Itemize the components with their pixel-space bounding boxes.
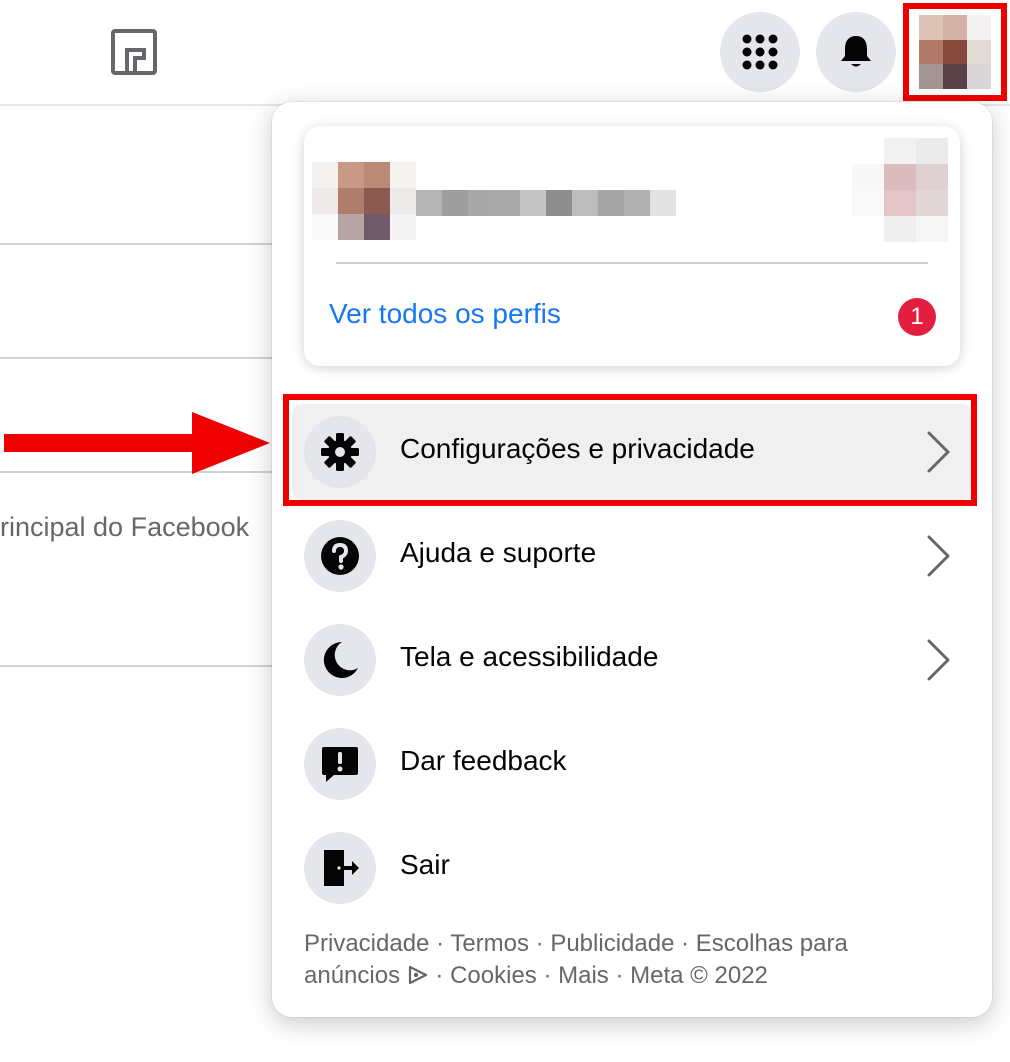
background-text: rincipal do Facebook	[0, 512, 250, 542]
menu-item-label: Ajuda e suporte	[400, 537, 597, 568]
menu-item-display-accessibility[interactable]: Tela e acessibilidade	[292, 612, 972, 708]
profile-row[interactable]	[312, 134, 952, 244]
menu-item-label: Sair	[400, 849, 450, 880]
top-bar	[0, 0, 1010, 106]
menu-item-label: Dar feedback	[400, 745, 567, 776]
red-highlight-annotation	[283, 394, 977, 506]
menu-item-log-out[interactable]: Sair	[292, 820, 972, 916]
footer-link-cookies[interactable]: Cookies	[450, 962, 537, 989]
feedback-icon	[322, 747, 358, 782]
footer-separator: ·	[428, 962, 451, 989]
footer-copyright: Meta © 2022	[630, 962, 768, 989]
moon-icon	[323, 641, 358, 678]
question-icon	[321, 537, 359, 575]
notifications-button[interactable]	[816, 12, 896, 92]
footer-link-advertising[interactable]: Publicidade	[550, 930, 674, 957]
card-divider	[336, 262, 928, 264]
menu-item-icon	[304, 832, 376, 904]
footer-separator: ·	[608, 962, 631, 989]
dropdown-footer: Privacidade · Termos · Publicidade · Esc…	[304, 928, 944, 992]
footer-link-privacy[interactable]: Privacidade	[304, 930, 429, 957]
menu-item-icon	[304, 728, 376, 800]
logout-icon	[324, 850, 359, 886]
menu-button[interactable]	[720, 12, 800, 92]
secondary-profile-thumbnail	[852, 138, 948, 242]
menu-item-icon	[304, 520, 376, 592]
see-all-profiles-link[interactable]: Ver todos os perfis	[329, 298, 561, 330]
menu-item-label: Tela e acessibilidade	[400, 641, 659, 672]
menu-item-give-feedback[interactable]: Dar feedback	[292, 716, 972, 812]
grid-menu-icon	[742, 34, 778, 70]
divider	[0, 243, 272, 245]
profile-name	[416, 190, 676, 216]
menu-item-icon	[304, 624, 376, 696]
ad-choices-icon[interactable]	[407, 965, 429, 985]
profile-avatar	[312, 162, 416, 240]
bell-icon	[841, 36, 871, 67]
profile-card[interactable]: Ver todos os perfis 1	[304, 126, 960, 366]
footer-link-terms[interactable]: Termos	[450, 930, 529, 957]
red-arrow-annotation	[4, 412, 270, 474]
notification-count-badge: 1	[898, 298, 936, 336]
footer-separator: ·	[529, 930, 551, 957]
divider	[0, 665, 272, 667]
footer-link-more[interactable]: Mais	[558, 962, 609, 989]
facebook-logo-icon[interactable]	[110, 28, 158, 76]
account-avatar-button[interactable]	[903, 3, 1007, 101]
footer-separator: ·	[536, 962, 559, 989]
footer-separator: ·	[674, 930, 696, 957]
menu-item-help-support[interactable]: Ajuda e suporte	[292, 508, 972, 604]
chevron-right-icon	[927, 535, 950, 577]
footer-separator: ·	[429, 930, 451, 957]
avatar	[919, 15, 991, 89]
divider	[0, 357, 272, 359]
account-dropdown-menu: Ver todos os perfis 1 Configurações e pr…	[272, 102, 992, 1017]
chevron-right-icon	[927, 639, 950, 681]
